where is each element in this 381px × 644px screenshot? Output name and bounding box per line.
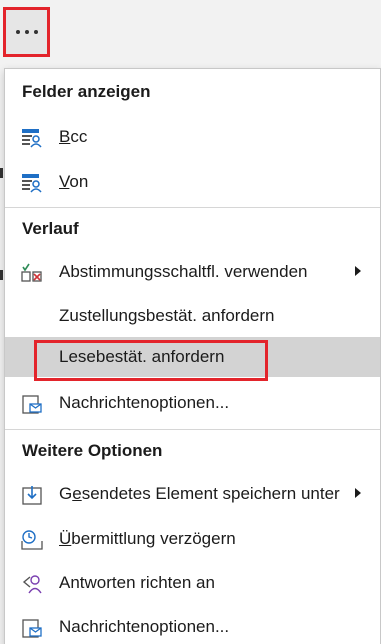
submenu-arrow-icon (355, 488, 361, 498)
background-text-fragment (0, 168, 3, 178)
message-options-icon (21, 617, 43, 639)
bcc-field-icon (21, 127, 43, 149)
stage: Felder anzeigen Bcc Von Verlauf Abstimmu… (0, 0, 381, 644)
voting-buttons-icon (21, 262, 43, 284)
menu-item-label: Nachrichtenoptionen... (59, 393, 230, 412)
save-sent-item-icon (21, 484, 43, 506)
submenu-arrow-icon (355, 266, 361, 276)
section-header-tracking: Verlauf (22, 219, 79, 238)
menu-item-label: Übermittlung verzögern (59, 529, 236, 548)
menu-item-label: Gesendetes Element speichern unter (59, 484, 340, 503)
more-options-button[interactable] (3, 7, 50, 57)
read-receipt-highlight-frame (34, 340, 268, 381)
menu-item-delay-delivery[interactable]: Übermittlung verzögern (5, 519, 380, 559)
menu-item-delivery-receipt[interactable]: Zustellungsbestät. anfordern (5, 296, 380, 336)
menu-item-from[interactable]: Von (5, 162, 380, 202)
section-header-more-options: Weitere Optionen (22, 441, 163, 460)
menu-item-label: Von (59, 172, 89, 191)
menu-item-label: Zustellungsbestät. anfordern (59, 306, 275, 325)
message-options-icon (21, 393, 43, 415)
menu-item-message-options-2[interactable]: Nachrichtenoptionen... (5, 607, 380, 644)
menu-item-label: Nachrichtenoptionen... (59, 617, 230, 636)
menu-item-save-sent-item[interactable]: Gesendetes Element speichern unter (5, 474, 380, 514)
section-header-show-fields: Felder anzeigen (22, 82, 151, 101)
menu-item-label: Abstimmungsschaltfl. verwenden (59, 262, 308, 281)
menu-item-label: Bcc (59, 127, 88, 146)
direct-replies-icon (21, 573, 43, 595)
background-text-fragment (0, 270, 3, 280)
menu-item-direct-replies[interactable]: Antworten richten an (5, 563, 380, 603)
menu-item-label: Antworten richten an (59, 573, 215, 592)
menu-item-voting-buttons[interactable]: Abstimmungsschaltfl. verwenden (5, 252, 380, 292)
menu-divider (5, 429, 380, 430)
menu-item-bcc[interactable]: Bcc (5, 117, 380, 157)
delay-delivery-icon (21, 529, 43, 551)
menu-divider (5, 207, 380, 208)
menu-item-message-options[interactable]: Nachrichtenoptionen... (5, 383, 380, 423)
more-horizontal-icon (15, 30, 38, 34)
from-field-icon (21, 172, 43, 194)
